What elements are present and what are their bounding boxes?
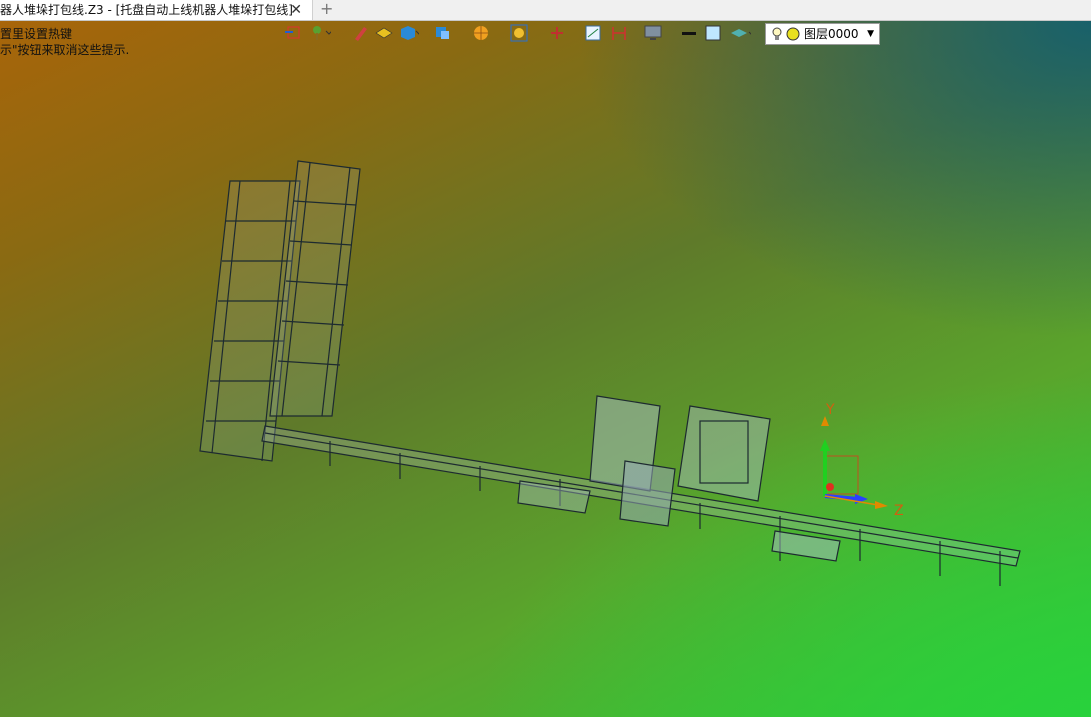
new-tab-icon[interactable]: + xyxy=(320,0,333,18)
lightbulb-icon xyxy=(772,27,800,41)
cube-icon[interactable] xyxy=(397,23,423,43)
frame-icon[interactable] xyxy=(583,23,605,43)
sphere-icon[interactable] xyxy=(471,23,493,43)
tab-bar: 器人堆垛打包线.Z3 - [托盘自动上线机器人堆垛打包线] ✕ + xyxy=(0,0,1091,21)
layer-label: 图层0000 xyxy=(804,27,859,41)
document-tab[interactable]: 器人堆垛打包线.Z3 - [托盘自动上线机器人堆垛打包线] ✕ xyxy=(0,0,313,20)
fill-color-icon[interactable] xyxy=(703,23,725,43)
solid-icon[interactable] xyxy=(373,23,395,43)
line-color-icon[interactable] xyxy=(679,23,701,43)
monitor-icon[interactable] xyxy=(643,23,665,43)
exit-icon[interactable] xyxy=(283,23,305,43)
ruler-icon[interactable] xyxy=(609,23,631,43)
layer-stack-icon[interactable] xyxy=(729,23,756,43)
zoom-icon[interactable] xyxy=(509,23,531,43)
layer-selector[interactable]: 图层0000 ▼ xyxy=(765,23,880,45)
3d-viewport[interactable]: 置里设置热键 示"按钮来取消这些提示. Y Z xyxy=(0,21,1091,717)
axis-icon[interactable] xyxy=(547,23,569,43)
tab-title: 器人堆垛打包线.Z3 - [托盘自动上线机器人堆垛打包线] xyxy=(0,3,293,17)
chevron-down-icon[interactable]: ▼ xyxy=(867,24,874,44)
axis-triad: Y Z xyxy=(820,402,904,519)
triad-y-label: Y xyxy=(825,402,835,418)
plant-icon[interactable] xyxy=(309,23,333,43)
pen-icon[interactable] xyxy=(349,23,371,43)
close-icon[interactable]: ✕ xyxy=(290,0,302,20)
triad-z-label: Z xyxy=(894,503,904,519)
assembly-model: Y Z xyxy=(199,160,1021,586)
cube-stack-icon[interactable] xyxy=(433,23,455,43)
